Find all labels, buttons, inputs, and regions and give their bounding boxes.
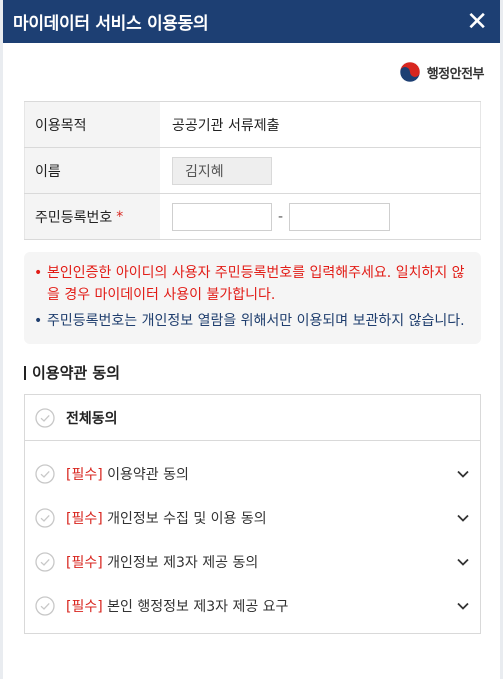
chevron-down-icon[interactable] [456,467,470,481]
check-circle-icon[interactable] [35,596,55,616]
check-circle-icon[interactable] [35,552,55,572]
required-tag: [필수] [66,599,103,615]
notice-bullet: • [34,265,43,281]
dialog-title: 마이데이터 서비스 이용동의 [13,14,209,34]
term-item-third-party[interactable]: [필수] 개인정보 제3자 제공 동의 [25,540,480,584]
rrn-front-input[interactable] [172,202,272,231]
ministry-logo: 행정안전부 [399,61,485,83]
rrn-label-cell: 주민등록번호 * [24,194,160,239]
mydata-consent-dialog: 마이데이터 서비스 이용동의 ✕ 행정안전부 이용목적 공공기관 서류제출 이름… [3,0,500,679]
purpose-label: 이용목적 [24,102,160,147]
chevron-down-icon[interactable] [456,599,470,613]
terms-list: [필수] 이용약관 동의 [필수] 개인정보 수집 및 이용 동의 [필수] 개… [25,441,480,628]
notice-text: 본인인증한 아이디의 사용자 주민등록번호를 입력해주세요. 일치하지 않을 경… [47,265,465,303]
term-label: [필수] 본인 행정정보 제3자 제공 요구 [66,596,456,616]
name-label: 이름 [24,148,160,193]
notice-text: 주민등록번호는 개인정보 열람을 위해서만 이용되며 보관하지 않습니다. [47,313,465,329]
terms-title-text: 이용약관 동의 [32,364,121,382]
purpose-value: 공공기관 서류제출 [160,102,481,147]
notice-item-privacy: • 주민등록번호는 개인정보 열람을 위해서만 이용되며 보관하지 않습니다. [34,310,469,332]
rrn-value-cell: - [160,194,481,239]
user-info-table: 이용목적 공공기관 서류제출 이름 김지혜 주민등록번호 * - [24,101,481,240]
notice-item-rrn-match: • 본인인증한 아이디의 사용자 주민등록번호를 입력해주세요. 일치하지 않을… [34,262,469,306]
logo-row: 행정안전부 [3,43,500,101]
title-bar [24,365,26,380]
required-tag: [필수] [66,511,103,527]
term-label: [필수] 개인정보 제3자 제공 동의 [66,552,456,572]
agree-all-label: 전체동의 [66,410,118,427]
taegeuk-logo-icon [399,61,420,83]
rrn-label: 주민등록번호 [35,209,113,226]
term-text: 이용약관 동의 [107,467,189,483]
chevron-down-icon[interactable] [456,511,470,525]
notice-box: • 본인인증한 아이디의 사용자 주민등록번호를 입력해주세요. 일치하지 않을… [24,252,481,344]
terms-section-title: 이용약관 동의 [24,362,500,383]
check-circle-icon[interactable] [35,508,55,528]
rrn-back-input[interactable] [289,202,391,231]
required-mark: * [116,208,124,225]
close-icon[interactable]: ✕ [466,9,488,35]
term-label: [필수] 개인정보 수집 및 이용 동의 [66,508,456,528]
required-tag: [필수] [66,467,103,483]
name-row: 이름 김지혜 [24,148,481,194]
check-circle-icon[interactable] [35,464,55,484]
term-text: 개인정보 제3자 제공 동의 [107,555,259,571]
rrn-row: 주민등록번호 * - [24,194,481,240]
term-item-usage[interactable]: [필수] 이용약관 동의 [25,452,480,496]
rrn-separator: - [278,208,284,225]
term-item-collection[interactable]: [필수] 개인정보 수집 및 이용 동의 [25,496,480,540]
notice-bullet: • [34,313,43,329]
chevron-down-icon[interactable] [456,555,470,569]
terms-box: 전체동의 [필수] 이용약관 동의 [필수] 개인정보 수집 및 이용 동의 [… [24,394,481,634]
name-value-cell: 김지혜 [160,148,481,193]
term-item-admin-info[interactable]: [필수] 본인 행정정보 제3자 제공 요구 [25,584,480,628]
name-field: 김지혜 [172,156,272,185]
required-tag: [필수] [66,555,103,571]
term-text: 본인 행정정보 제3자 제공 요구 [107,599,289,615]
term-text: 개인정보 수집 및 이용 동의 [107,511,267,527]
purpose-row: 이용목적 공공기관 서류제출 [24,102,481,148]
dialog-header: 마이데이터 서비스 이용동의 ✕ [3,0,500,43]
ministry-logo-text: 행정안전부 [426,66,485,82]
term-label: [필수] 이용약관 동의 [66,464,456,484]
check-circle-icon[interactable] [35,407,55,428]
agree-all-row[interactable]: 전체동의 [25,395,480,441]
